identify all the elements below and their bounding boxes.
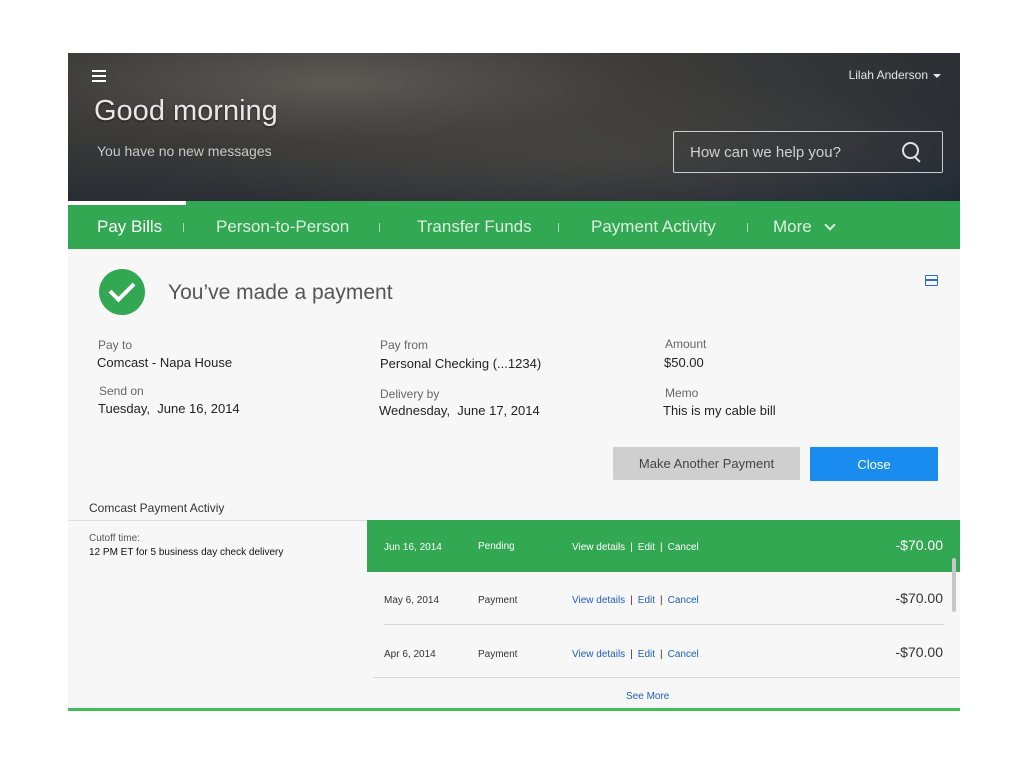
caret-down-icon: [933, 74, 941, 78]
row-actions: View details | Edit | Cancel: [572, 542, 699, 553]
row-date: Jun 16, 2014: [384, 542, 442, 553]
view-details-link[interactable]: View details: [572, 542, 625, 553]
scrollbar[interactable]: [952, 558, 956, 612]
table-row[interactable]: Apr 6, 2014 Payment View details | Edit | Ca…: [367, 625, 960, 678]
hamburger-menu-icon[interactable]: [92, 70, 106, 82]
nav-separator: [747, 223, 748, 232]
tab-person-to-person[interactable]: Person-to-Person: [216, 217, 349, 237]
cancel-link[interactable]: Cancel: [668, 649, 699, 660]
nav-separator: [183, 223, 184, 232]
confirmation-title: You’ve made a payment: [168, 281, 393, 304]
edit-link[interactable]: Edit: [638, 595, 655, 606]
nav-separator: [379, 223, 380, 232]
tab-payment-activity[interactable]: Payment Activity: [591, 217, 716, 237]
print-icon[interactable]: [924, 275, 938, 286]
activity-table: Jun 16, 2014 Pending View details | Edit | C…: [367, 520, 960, 678]
cutoff-label: Cutoff time:: [89, 533, 140, 544]
send-on-label: Send on: [99, 384, 144, 398]
edit-link[interactable]: Edit: [638, 649, 655, 660]
memo-value: This is my cable bill: [663, 403, 776, 418]
row-date: May 6, 2014: [384, 595, 440, 606]
tab-more-label: More: [773, 217, 812, 236]
tab-more[interactable]: More: [773, 217, 837, 237]
cancel-link[interactable]: Cancel: [668, 595, 699, 606]
header-banner: Lilah Anderson Good morning You have no …: [68, 53, 960, 201]
search-icon[interactable]: [902, 142, 922, 162]
divider: [373, 677, 960, 678]
row-status: Payment: [478, 649, 518, 660]
row-amount: -$70.00: [895, 644, 943, 660]
row-status: Pending: [478, 541, 515, 552]
see-more-link[interactable]: See More: [626, 691, 669, 702]
user-menu[interactable]: Lilah Anderson: [849, 68, 941, 82]
cancel-link[interactable]: Cancel: [668, 542, 699, 553]
close-button[interactable]: Close: [810, 447, 938, 481]
bottom-accent-line: [68, 708, 960, 711]
edit-link[interactable]: Edit: [638, 542, 655, 553]
table-row[interactable]: May 6, 2014 Payment View details | Edit | Ca…: [367, 572, 960, 625]
row-actions: View details | Edit | Cancel: [572, 595, 699, 606]
amount-value: $50.00: [664, 355, 704, 370]
make-another-payment-button[interactable]: Make Another Payment: [613, 447, 800, 480]
pay-to-value: Comcast - Napa House: [97, 355, 233, 370]
row-status: Payment: [478, 595, 518, 606]
row-amount: -$70.00: [895, 537, 943, 553]
search-input[interactable]: How can we help you?: [673, 131, 943, 173]
row-actions: View details | Edit | Cancel: [572, 649, 699, 660]
divider: [68, 520, 368, 521]
tab-transfer-funds[interactable]: Transfer Funds: [417, 217, 532, 237]
cutoff-value: 12 PM ET for 5 business day check delive…: [89, 547, 284, 558]
delivery-by-label: Delivery by: [380, 387, 440, 401]
table-row[interactable]: Jun 16, 2014 Pending View details | Edit | C…: [367, 520, 960, 572]
messages-status: You have no new messages: [97, 143, 272, 159]
row-amount: -$70.00: [895, 590, 943, 606]
success-check-icon: [99, 269, 145, 315]
pay-to-label: Pay to: [98, 338, 133, 352]
greeting-title: Good morning: [94, 95, 278, 127]
memo-label: Memo: [665, 386, 699, 400]
view-details-link[interactable]: View details: [572, 649, 625, 660]
active-tab-indicator: [68, 201, 186, 205]
tab-pay-bills[interactable]: Pay Bills: [97, 217, 162, 237]
user-name: Lilah Anderson: [848, 68, 928, 82]
amount-label: Amount: [665, 337, 707, 351]
pay-from-value: Personal Checking (...1234): [380, 356, 542, 371]
activity-title: Comcast Payment Activiy: [89, 501, 225, 515]
app-window: Lilah Anderson Good morning You have no …: [68, 53, 960, 711]
chevron-down-icon: [824, 219, 837, 231]
view-details-link[interactable]: View details: [572, 595, 625, 606]
search-placeholder: How can we help you?: [690, 143, 841, 161]
row-date: Apr 6, 2014: [384, 649, 436, 660]
nav-separator: [558, 223, 559, 232]
pay-from-label: Pay from: [380, 338, 429, 352]
send-on-value: Tuesday, June 16, 2014: [98, 401, 240, 416]
main-nav: Pay Bills Person-to-Person Transfer Fund…: [68, 201, 960, 249]
delivery-by-value: Wednesday, June 17, 2014: [379, 403, 540, 418]
